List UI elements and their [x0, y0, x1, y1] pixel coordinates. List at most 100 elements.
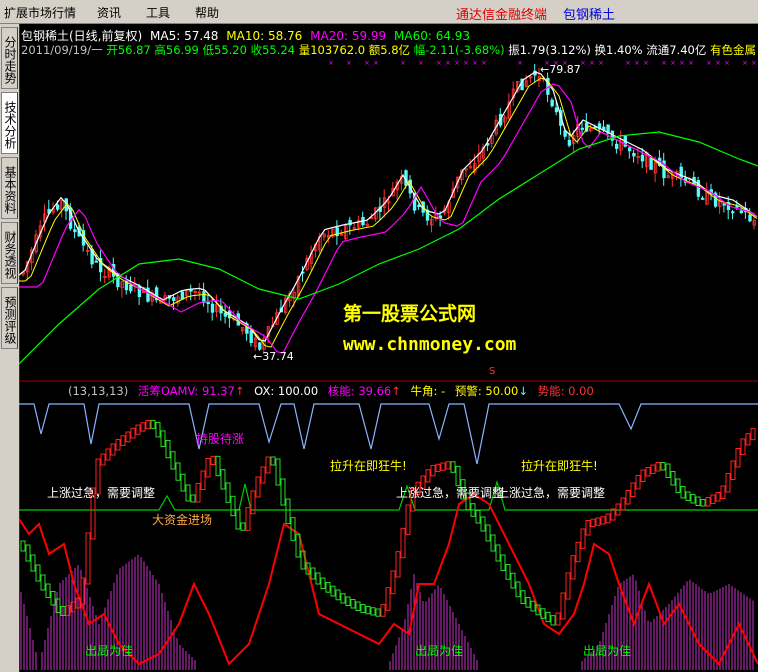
oscillator-box [710, 494, 716, 504]
stock-name-link[interactable]: 包钢稀土 [563, 4, 615, 23]
oscillator-box [610, 508, 616, 521]
watermark-url: www.chnmoney.com [343, 334, 517, 355]
menu-extended-market[interactable]: 扩展市场行情 [4, 4, 76, 21]
signal-marker: S [489, 366, 496, 377]
oscillator-box [175, 462, 181, 481]
tab-basic-info[interactable]: 基本资料 [1, 157, 18, 219]
oscillator-box [210, 455, 216, 466]
oscillator-box [350, 599, 356, 609]
signal-marker-x: × [580, 59, 586, 67]
oscillator-box [520, 590, 526, 604]
high-value: 高56.99 [154, 43, 199, 57]
candle-body [731, 211, 735, 214]
candle-body [129, 284, 133, 292]
oscillator-box [170, 451, 176, 470]
oscillator-box [245, 507, 251, 531]
tab-technical-analysis[interactable]: 技术分析 [1, 92, 18, 154]
signal-marker-x: × [517, 59, 523, 67]
signal-marker-x: × [724, 59, 730, 67]
signal-marker-x: × [679, 59, 685, 67]
float-value: 流通7.40亿 [646, 43, 707, 57]
menu-info[interactable]: 资讯 [97, 4, 121, 21]
oscillator-box [725, 473, 731, 493]
oscillator-box [265, 456, 271, 474]
signal-marker-x: × [454, 59, 460, 67]
oscillator-box [155, 421, 161, 438]
oscillator-box [335, 589, 341, 601]
oscillator-box [240, 522, 246, 531]
signal-marker-x: × [472, 59, 478, 67]
signal-marker-x: × [706, 59, 712, 67]
signal-marker-x: × [481, 59, 487, 67]
oscillator-box [110, 443, 116, 456]
candle-body [258, 342, 262, 350]
oscillator-box [280, 478, 286, 506]
oscillator-box [255, 476, 261, 498]
oscillator-box [405, 504, 411, 535]
tab-forecast-rating[interactable]: 预测评级 [1, 287, 18, 349]
oscillator-box [670, 471, 676, 486]
oscillator-box [590, 518, 596, 527]
oscillator-box [660, 462, 666, 471]
oscillator-box [490, 534, 496, 552]
signal-marker-x: × [715, 59, 721, 67]
menu-bar: 扩展市场行情 资讯 工具 帮助 通达信金融终端 包钢稀土 [0, 0, 758, 24]
oscillator-box [645, 467, 651, 477]
oscillator-box [215, 455, 221, 477]
oscillator-box [690, 494, 696, 504]
oscillator-box [705, 497, 711, 507]
oscillator-box [200, 470, 206, 490]
oscillator-box [545, 611, 551, 623]
signal-marker-x: × [751, 59, 757, 67]
oscillator-box [555, 612, 561, 626]
candle-body [73, 229, 77, 233]
oscillator-box [675, 478, 681, 493]
candle-body [56, 204, 60, 210]
oscillator-box [310, 567, 316, 580]
oscillator-box [445, 461, 451, 470]
oscillator-box [735, 448, 741, 468]
indicator-header: (13,13,13) 活筹OAMV: 91.37↑ OX: 100.00 核能:… [68, 384, 594, 398]
watermark-title: 第一股票公式网 [343, 303, 477, 325]
high-price-label: ←79.87 [540, 63, 581, 76]
left-sidebar: 分时走势 技术分析 基本资料 财务透视 预测评级 [0, 24, 19, 672]
candle-body [94, 260, 99, 263]
label-exit-1: 出局为佳 [85, 644, 134, 658]
oscillator-box [195, 483, 201, 503]
candle-body [615, 143, 619, 149]
oscillator-box [580, 528, 586, 549]
oscillator-box [40, 574, 46, 591]
label-adjust-3: 上涨过急，需要调整 [497, 486, 606, 500]
oscillator-box [665, 463, 671, 478]
oscillator-box [190, 494, 196, 503]
brand-title: 通达信金融终端 [456, 8, 548, 23]
label-adjust-1: 上涨过急，需要调整 [47, 486, 156, 500]
oscillator-box [620, 497, 626, 511]
oscillator-box [330, 585, 336, 597]
oscillator-box [355, 601, 361, 611]
candle-body [202, 291, 206, 303]
signal-marker-x: × [661, 59, 667, 67]
oscillator-box [500, 554, 506, 571]
signal-marker-x: × [589, 59, 595, 67]
tab-financial[interactable]: 财务透视 [1, 222, 18, 284]
tab-intraday[interactable]: 分时走势 [1, 27, 18, 89]
oscillator-box [225, 482, 231, 503]
menu-tools[interactable]: 工具 [146, 4, 170, 21]
oscillator-box [180, 473, 186, 492]
oscillator-box [435, 463, 441, 472]
oscillator-box [270, 456, 276, 466]
candle-body [550, 99, 554, 107]
oscillator-box [560, 592, 566, 620]
oscillator-box [85, 532, 91, 585]
signal-marker-x: × [445, 59, 451, 67]
menu-help[interactable]: 帮助 [195, 4, 219, 21]
oscillator-box [345, 596, 351, 606]
oscillator-box [585, 520, 591, 536]
candle-body [567, 139, 572, 146]
oscillator-box [655, 462, 661, 472]
oscillator-box [220, 469, 226, 490]
signal-marker-x: × [463, 59, 469, 67]
signal-marker-x: × [634, 59, 640, 67]
core-value: 核能: 39.66 [327, 384, 392, 398]
